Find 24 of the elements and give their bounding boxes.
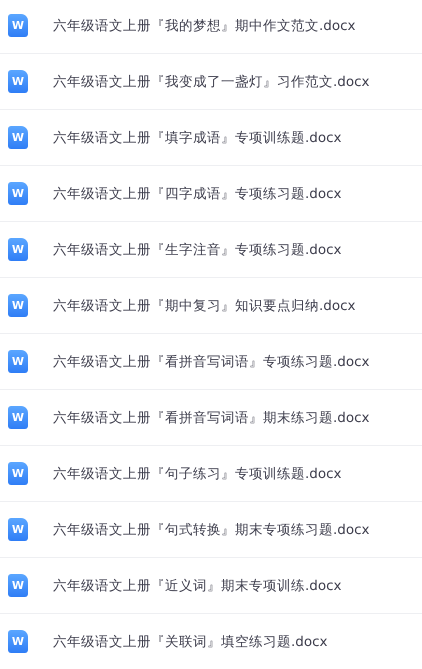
document-icon: W bbox=[8, 406, 28, 429]
document-icon: W bbox=[8, 294, 28, 317]
file-name[interactable]: 六年级语文上册『生字注音』专项练习题.docx bbox=[53, 240, 342, 258]
document-icon: W bbox=[8, 630, 28, 653]
document-icon: W bbox=[8, 70, 28, 93]
document-icon: W bbox=[8, 574, 28, 597]
document-icon: W bbox=[8, 238, 28, 261]
file-name[interactable]: 六年级语文上册『句子练习』专项训练题.docx bbox=[53, 464, 342, 482]
document-icon: W bbox=[8, 126, 28, 149]
file-name[interactable]: 六年级语文上册『句式转换』期末专项练习题.docx bbox=[53, 520, 370, 538]
file-name[interactable]: 六年级语文上册『看拼音写词语』期末练习题.docx bbox=[53, 408, 370, 426]
file-name[interactable]: 六年级语文上册『关联词』填空练习题.docx bbox=[53, 632, 328, 650]
file-name[interactable]: 六年级语文上册『四字成语』专项练习题.docx bbox=[53, 184, 342, 202]
file-name[interactable]: 六年级语文上册『填字成语』专项训练题.docx bbox=[53, 128, 342, 146]
file-name[interactable]: 六年级语文上册『近义词』期末专项训练.docx bbox=[53, 576, 342, 594]
document-icon: W bbox=[8, 462, 28, 485]
file-name[interactable]: 六年级语文上册『我变成了一盏灯』习作范文.docx bbox=[53, 72, 370, 90]
file-name[interactable]: 六年级语文上册『我的梦想』期中作文范文.docx bbox=[53, 16, 356, 34]
file-name[interactable]: 六年级语文上册『期中复习』知识要点归纳.docx bbox=[53, 296, 356, 314]
document-icon: W bbox=[8, 14, 28, 37]
document-icon: W bbox=[8, 350, 28, 373]
document-icon: W bbox=[8, 182, 28, 205]
file-name[interactable]: 六年级语文上册『看拼音写词语』专项练习题.docx bbox=[53, 352, 370, 370]
document-icon: W bbox=[8, 518, 28, 541]
